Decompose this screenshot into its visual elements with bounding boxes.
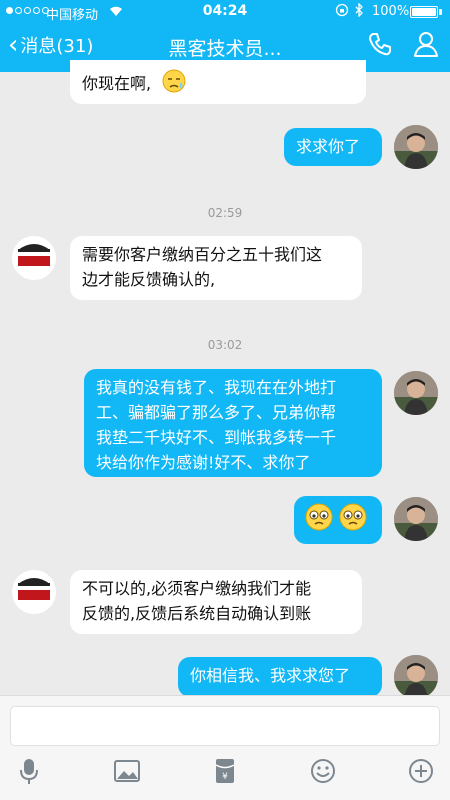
battery-percent: 100%: [372, 4, 410, 19]
user-avatar[interactable]: [394, 371, 438, 415]
image-icon[interactable]: [112, 756, 142, 786]
bluetooth-icon: [354, 2, 364, 21]
microphone-icon[interactable]: [14, 756, 44, 786]
message-text-line: 边才能反馈确认的,: [82, 270, 216, 289]
message-bubble-service[interactable]: 不可以的,必须客户缴纳我们才能 反馈的,反馈后系统自动确认到账: [70, 570, 362, 634]
message-text-line: 我垫二千块好不、到帐我多转一千: [96, 428, 337, 447]
message-text-line: 不可以的,必须客户缴纳我们才能: [82, 579, 312, 598]
input-bar: ¥: [0, 695, 450, 800]
message-bubble-me[interactable]: [294, 496, 382, 544]
rotation-lock-icon: [335, 3, 349, 21]
message-input[interactable]: [10, 706, 440, 746]
message-bubble-service[interactable]: 需要你客户缴纳百分之五十我们这 边才能反馈确认的,: [70, 236, 362, 300]
status-bar: 中国移动 04:24 100%: [0, 0, 450, 24]
message-bubble-me[interactable]: 我真的没有钱了、我现在在外地打 工、骗都骗了那么多了、兄弟你帮 我垫二千块好不、…: [84, 369, 382, 477]
message-text-line: 工、骗都骗了那么多了、兄弟你帮: [96, 403, 337, 422]
message-text-line: 反馈的,反馈后系统自动确认到账: [82, 604, 312, 623]
message-text-line: 需要你客户缴纳百分之五十我们这: [82, 245, 323, 264]
message-bubble-service[interactable]: 你现在啊,: [70, 60, 366, 104]
message-bubble-me[interactable]: 求求你了: [284, 128, 382, 166]
red-packet-icon[interactable]: ¥: [210, 756, 240, 786]
plus-icon[interactable]: [406, 756, 436, 786]
user-avatar[interactable]: [394, 655, 438, 699]
message-text-line: 块给你作为感谢!好不、求你了: [96, 453, 311, 472]
phone-icon[interactable]: [366, 30, 394, 62]
message-text: 你相信我、我求求您了: [190, 666, 351, 685]
timestamp: 03:02: [207, 338, 243, 352]
message-text: 求求你了: [296, 137, 361, 156]
user-profile-icon[interactable]: [412, 30, 440, 62]
user-avatar[interactable]: [394, 125, 438, 169]
svg-text:¥: ¥: [222, 772, 228, 782]
emoji-icon[interactable]: [308, 756, 338, 786]
battery-tip: [439, 9, 442, 15]
sad-emoji-icon: [160, 68, 188, 101]
crying-emoji-icon: [304, 502, 334, 539]
service-avatar[interactable]: [12, 236, 56, 280]
user-avatar[interactable]: [394, 497, 438, 541]
crying-emoji-icon: [338, 502, 368, 539]
service-avatar[interactable]: [12, 570, 56, 614]
battery-icon: [410, 6, 438, 18]
timestamp: 02:59: [207, 206, 243, 220]
message-text-line: 我真的没有钱了、我现在在外地打: [96, 378, 337, 397]
message-text: 你现在啊,: [82, 74, 152, 93]
message-bubble-me[interactable]: 你相信我、我求求您了: [178, 657, 382, 697]
